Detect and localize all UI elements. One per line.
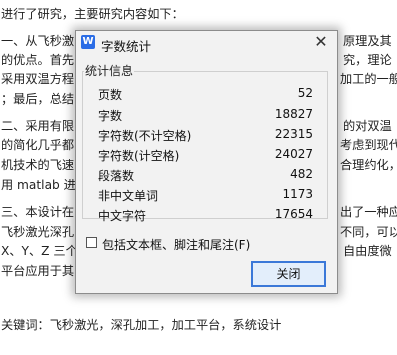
doc-line: 三、本设计在 xyxy=(1,205,75,219)
stat-row-chars-with-spaces: 字符数(计空格) 24027 xyxy=(83,147,327,165)
stat-label: 中文字符 xyxy=(98,209,147,223)
doc-line: 平台应用于其 xyxy=(1,264,75,278)
stat-label: 段落数 xyxy=(98,169,135,183)
statistics-group: 页数 52 字数 18827 字符数(不计空格) 22315 字符数(计空格) … xyxy=(82,71,328,223)
doc-line-fragment: 自由度微 xyxy=(343,244,392,258)
stat-label: 字数 xyxy=(98,109,123,123)
close-icon[interactable]: ✕ xyxy=(312,33,330,51)
group-label: 统计信息 xyxy=(84,62,135,79)
doc-line: 的优点。首先 xyxy=(1,53,75,67)
stat-value: 17654 xyxy=(274,207,313,221)
doc-line-fragment: 加工的一般 xyxy=(340,72,397,86)
stat-label: 字符数(不计空格) xyxy=(98,129,192,143)
doc-line: 机技术的飞速 xyxy=(1,158,75,172)
doc-line-fragment: 原理及其 xyxy=(343,34,392,48)
doc-line: 飞秒激光深孔 xyxy=(1,225,75,239)
keywords-line: 关键词：飞秒激光，深孔加工，加工平台，系统设计 xyxy=(1,318,282,332)
doc-line-fragment: 不同，可以 xyxy=(340,225,397,239)
doc-line: 进行了研究，主要研究内容如下： xyxy=(1,7,184,21)
doc-line-fragment: 的对双温 xyxy=(343,119,392,133)
stat-row-pages: 页数 52 xyxy=(83,86,327,104)
doc-line: X、Y、Z 三个 xyxy=(1,244,78,258)
stat-row-words: 字数 18827 xyxy=(83,107,327,125)
doc-line-fragment: 考虑到现代 xyxy=(340,138,397,152)
stat-value: 18827 xyxy=(274,107,313,121)
checkbox-label: 包括文本框、脚注和尾注(F) xyxy=(102,238,251,252)
stat-label: 页数 xyxy=(98,88,123,102)
stat-label: 非中文单词 xyxy=(98,189,159,203)
stat-row-chars-no-spaces: 字符数(不计空格) 22315 xyxy=(83,127,327,145)
doc-line: 采用双温方程 xyxy=(1,72,75,86)
stat-row-chinese-chars: 中文字符 17654 xyxy=(83,207,327,225)
doc-line-fragment: 合理约化， xyxy=(340,158,397,172)
wps-writer-icon: W xyxy=(81,35,95,49)
doc-line: 的简化几乎都 xyxy=(1,138,75,152)
dialog-titlebar[interactable]: W 字数统计 ✕ xyxy=(76,31,337,55)
dialog-title: 字数统计 xyxy=(101,39,152,54)
doc-line: 二、采用有限 xyxy=(1,119,75,133)
stat-value: 22315 xyxy=(274,127,313,141)
stat-label: 字符数(计空格) xyxy=(98,149,180,163)
stat-row-paragraphs: 段落数 482 xyxy=(83,167,327,185)
word-count-dialog: W 字数统计 ✕ 页数 52 字数 18827 字符数(不计空格) 22315 … xyxy=(75,30,338,294)
doc-line: ；最后，总结 xyxy=(1,92,75,106)
doc-line-fragment: 出了一种应 xyxy=(340,205,397,219)
stat-value: 24027 xyxy=(274,147,313,161)
close-button[interactable]: 关闭 xyxy=(251,261,326,287)
stat-value: 482 xyxy=(290,167,313,181)
include-textboxes-checkbox[interactable] xyxy=(86,237,97,248)
stat-row-non-chinese-words: 非中文单词 1173 xyxy=(83,187,327,205)
doc-line: 一、从飞秒激 xyxy=(1,34,75,48)
stat-value: 1173 xyxy=(282,187,313,201)
doc-line-fragment: 究，理论 xyxy=(343,53,392,67)
stat-value: 52 xyxy=(297,86,313,100)
